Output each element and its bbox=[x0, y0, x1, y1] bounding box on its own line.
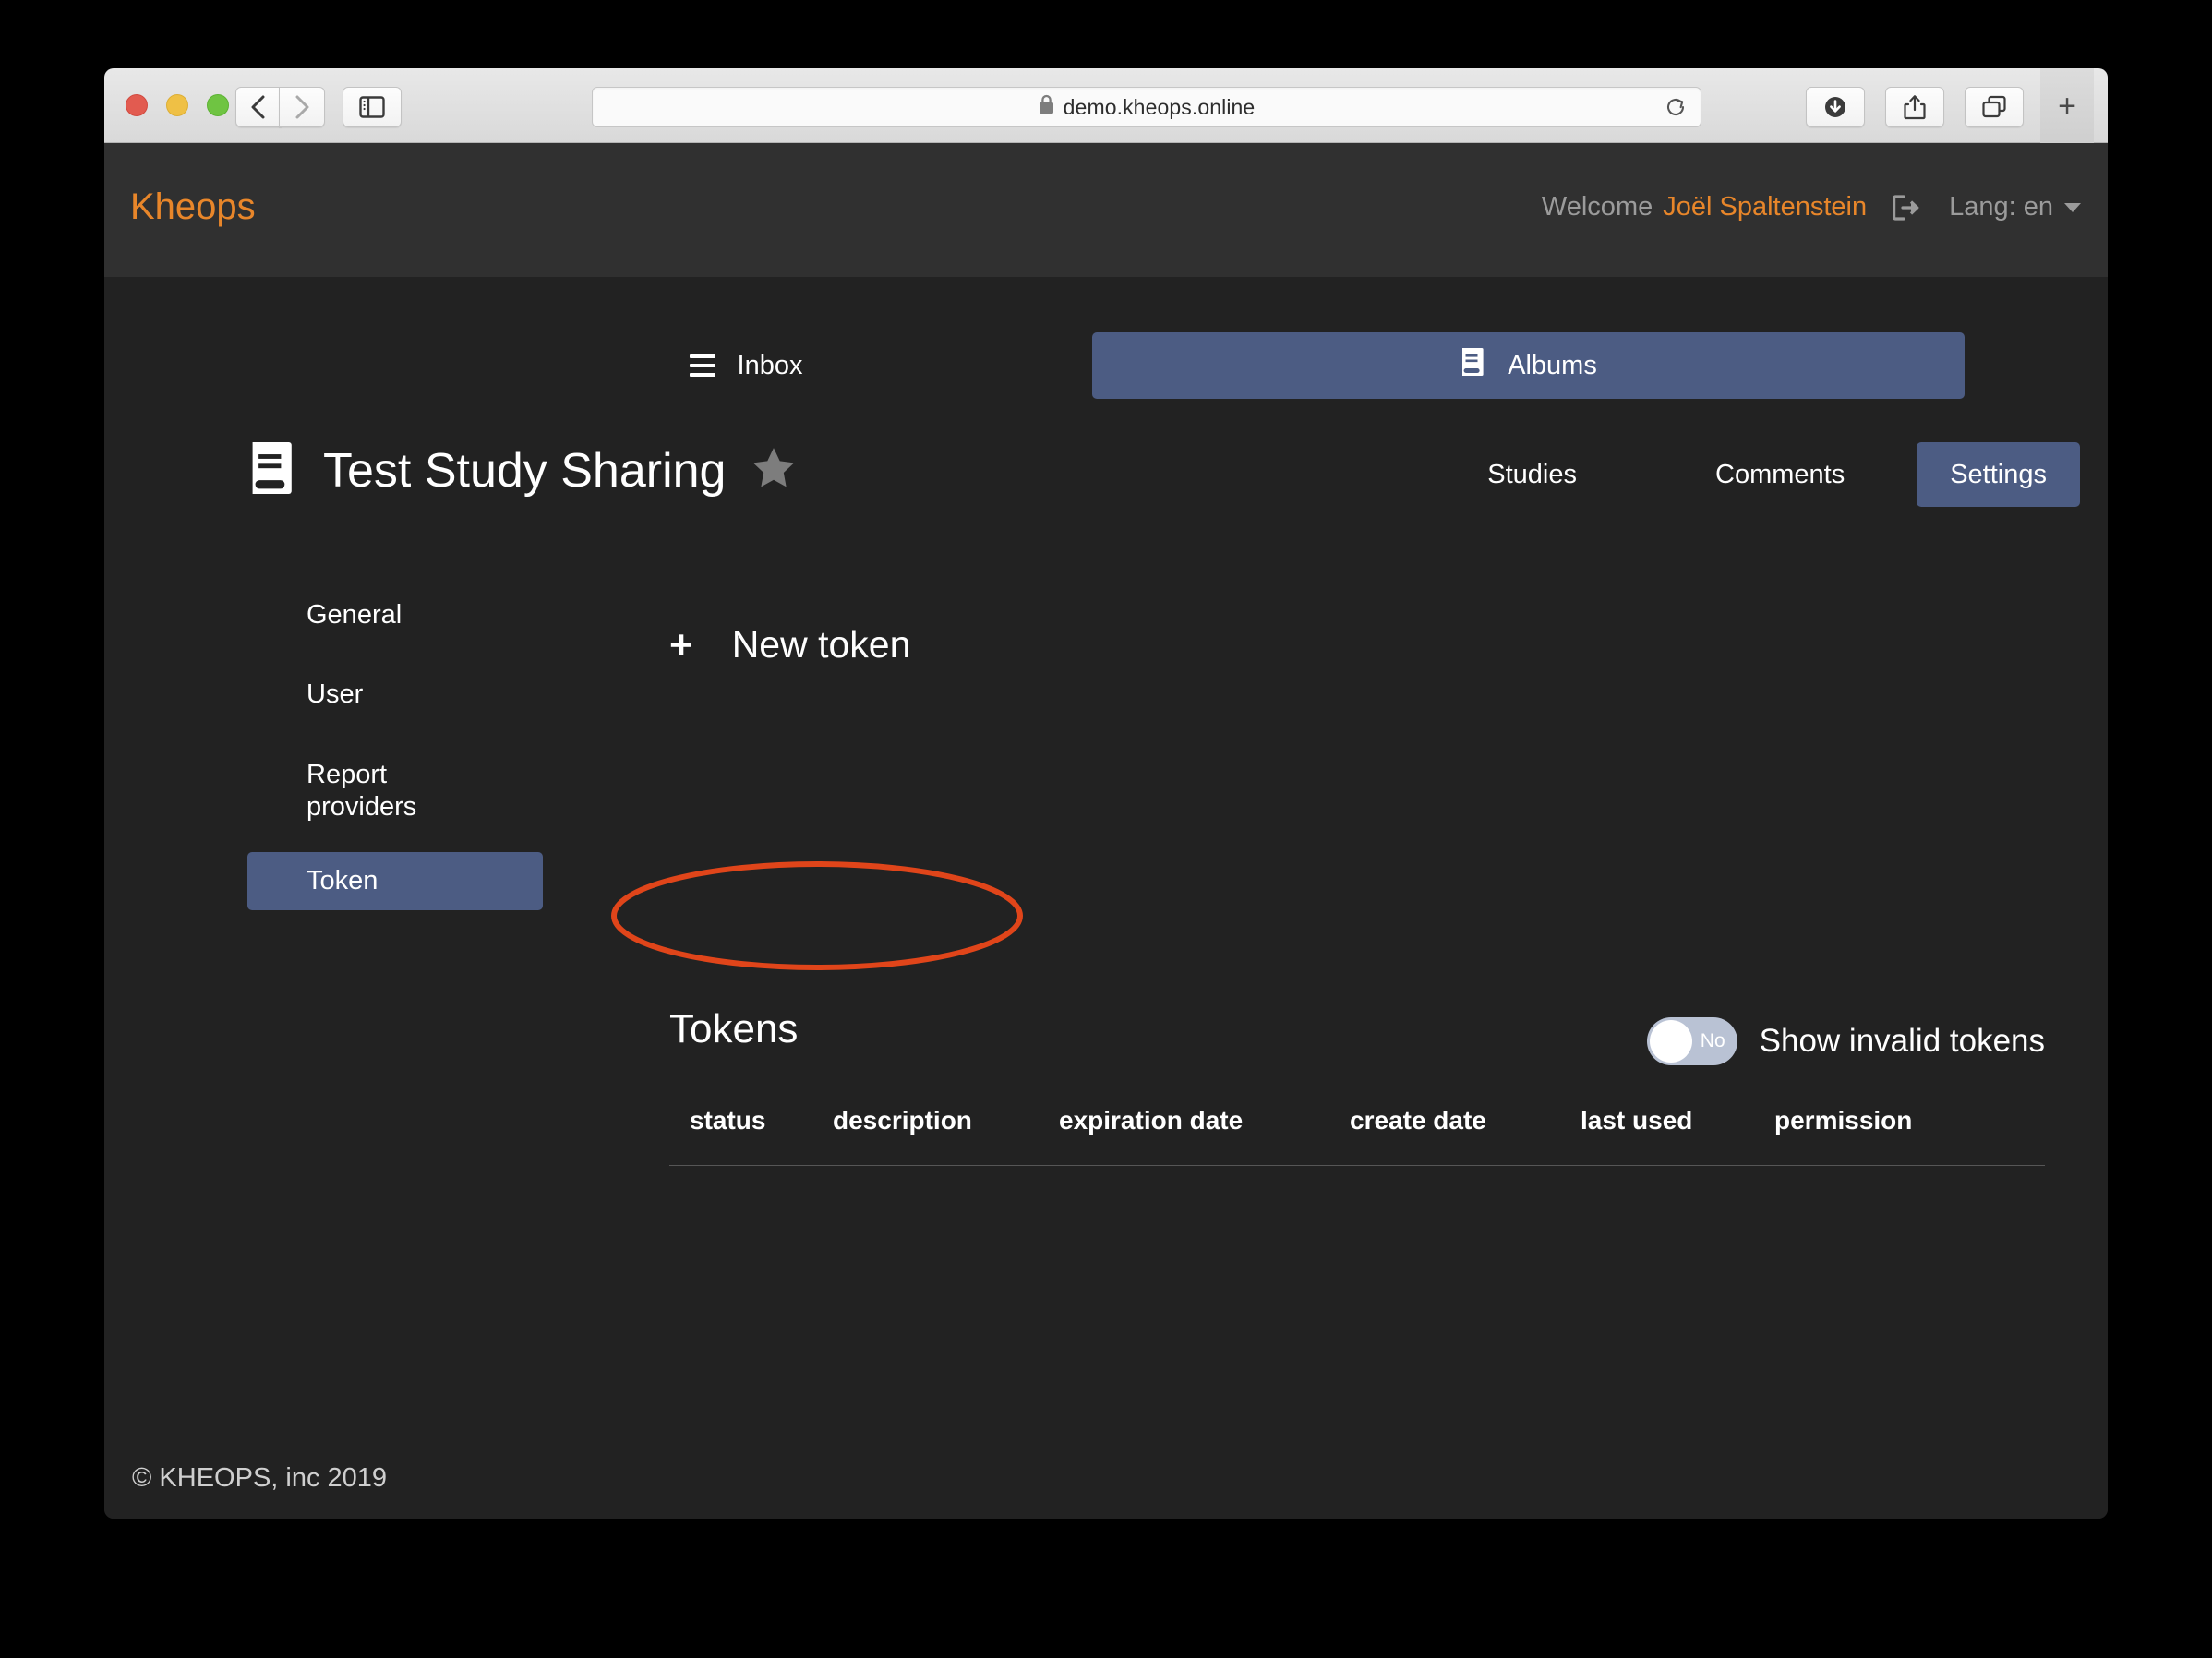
language-label: Lang: en bbox=[1949, 192, 2053, 222]
close-window-button[interactable] bbox=[126, 94, 148, 116]
new-tab-label: + bbox=[2058, 88, 2076, 124]
show-invalid-tokens-toggle[interactable]: No bbox=[1646, 1017, 1737, 1065]
column-header-create-date[interactable]: create date bbox=[1350, 1106, 1581, 1166]
url-text: demo.kheops.online bbox=[1039, 94, 1256, 120]
chevron-down-icon bbox=[2064, 202, 2081, 212]
maximize-window-button[interactable] bbox=[207, 94, 229, 116]
new-token-button[interactable]: + New token bbox=[669, 623, 910, 667]
download-icon bbox=[1825, 97, 1845, 117]
tab-overview-icon bbox=[1982, 95, 2006, 118]
header-user-area: Welcome Joël Spaltenstein Lang: en bbox=[1542, 192, 2081, 222]
welcome-label: Welcome bbox=[1541, 192, 1653, 222]
reload-button[interactable] bbox=[1664, 95, 1688, 119]
browser-window: demo.kheops.online + Kheops Welcome Joël… bbox=[104, 68, 2108, 1519]
tab-albums[interactable]: Albums bbox=[1092, 332, 1965, 399]
main-content: Inbox Albums Test Study Sharing Studies … bbox=[104, 277, 2108, 1519]
tokens-table-header-row: status description expiration date creat… bbox=[669, 1106, 2045, 1166]
share-button[interactable] bbox=[1885, 87, 1944, 127]
tab-inbox[interactable]: Inbox bbox=[534, 332, 958, 399]
tab-albums-label: Albums bbox=[1508, 350, 1597, 380]
brand-logo[interactable]: Kheops bbox=[130, 186, 256, 228]
sidebar-toggle-icon bbox=[359, 96, 385, 118]
tab-studies[interactable]: Studies bbox=[1454, 442, 1610, 507]
album-tab-group: Studies Comments Settings bbox=[1454, 442, 2080, 507]
album-title-group: Test Study Sharing bbox=[247, 439, 798, 502]
window-controls bbox=[126, 94, 229, 116]
new-token-label: New token bbox=[731, 623, 911, 666]
chevron-right-icon bbox=[295, 95, 309, 119]
sidebar-toggle-button[interactable] bbox=[343, 87, 402, 127]
app-header: Kheops Welcome Joël Spaltenstein Lang: e… bbox=[104, 143, 2108, 277]
address-bar[interactable]: demo.kheops.online bbox=[592, 87, 1701, 127]
primary-nav-tabs: Inbox Albums bbox=[534, 332, 2066, 399]
column-header-description[interactable]: description bbox=[833, 1106, 1059, 1166]
tab-inbox-label: Inbox bbox=[737, 350, 803, 380]
back-button[interactable] bbox=[235, 87, 282, 127]
logout-icon[interactable] bbox=[1892, 194, 1921, 222]
album-book-icon bbox=[247, 439, 299, 502]
new-tab-button[interactable]: + bbox=[2040, 68, 2094, 143]
column-header-expiration-date[interactable]: expiration date bbox=[1059, 1106, 1350, 1166]
annotation-highlight-ellipse bbox=[611, 861, 1023, 970]
tab-comments[interactable]: Comments bbox=[1682, 442, 1878, 507]
settings-sidebar: General User Report providers Token bbox=[247, 586, 543, 910]
chevron-left-icon bbox=[251, 95, 265, 119]
minimize-window-button[interactable] bbox=[166, 94, 188, 116]
toggle-knob bbox=[1649, 1020, 1692, 1063]
show-invalid-tokens-label: Show invalid tokens bbox=[1759, 1023, 2045, 1059]
language-selector[interactable]: Lang: en bbox=[1949, 192, 2081, 222]
sidebar-item-user[interactable]: User bbox=[247, 666, 543, 724]
column-header-status[interactable]: status bbox=[669, 1106, 833, 1166]
column-header-permission[interactable]: permission bbox=[1774, 1106, 2045, 1166]
tokens-section: Tokens No Show invalid tokens status des bbox=[669, 1006, 2045, 1166]
column-header-last-used[interactable]: last used bbox=[1581, 1106, 1774, 1166]
browser-toolbar: demo.kheops.online + bbox=[104, 68, 2108, 143]
show-invalid-tokens-control[interactable]: No Show invalid tokens bbox=[1646, 1017, 2045, 1065]
page-body: Kheops Welcome Joël Spaltenstein Lang: e… bbox=[104, 143, 2108, 1519]
sidebar-item-report-providers[interactable]: Report providers bbox=[247, 746, 454, 837]
tokens-header-row: Tokens No Show invalid tokens bbox=[669, 1006, 2045, 1089]
user-name-link[interactable]: Joël Spaltenstein bbox=[1663, 192, 1867, 222]
url-value: demo.kheops.online bbox=[1063, 95, 1256, 119]
lock-icon bbox=[1039, 94, 1054, 114]
tokens-table: status description expiration date creat… bbox=[669, 1106, 2045, 1166]
download-button[interactable] bbox=[1806, 87, 1865, 127]
share-icon bbox=[1904, 95, 1926, 120]
tab-overview-button[interactable] bbox=[1965, 87, 2024, 127]
footer-copyright: © KHEOPS, inc 2019 bbox=[132, 1463, 388, 1493]
sidebar-item-general[interactable]: General bbox=[247, 586, 543, 644]
reload-icon bbox=[1666, 99, 1685, 115]
tokens-table-head: status description expiration date creat… bbox=[669, 1106, 2045, 1166]
toggle-state-label: No bbox=[1700, 1030, 1725, 1051]
sidebar-item-token[interactable]: Token bbox=[247, 851, 543, 910]
forward-button[interactable] bbox=[279, 87, 325, 127]
hamburger-icon bbox=[689, 354, 715, 377]
plus-icon: + bbox=[669, 621, 693, 667]
page-title: Test Study Sharing bbox=[323, 443, 727, 498]
tokens-heading: Tokens bbox=[669, 1006, 799, 1051]
album-book-icon bbox=[1460, 346, 1487, 385]
album-title-row: Test Study Sharing Studies Comments Sett… bbox=[104, 439, 2108, 522]
star-icon[interactable] bbox=[750, 445, 798, 496]
tab-settings[interactable]: Settings bbox=[1917, 442, 2080, 507]
